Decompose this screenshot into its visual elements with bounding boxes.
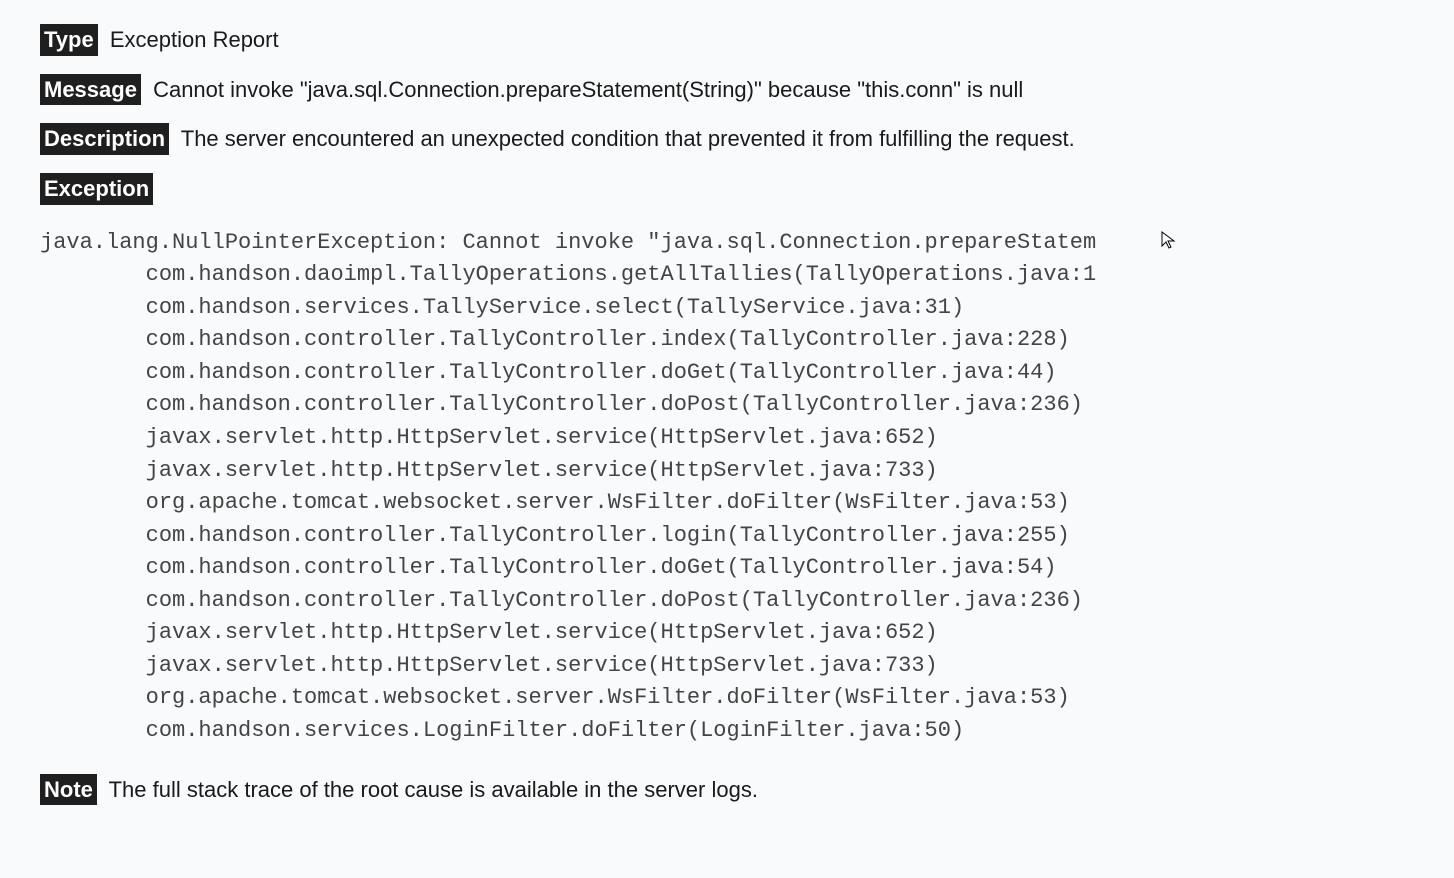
exception-header: Exception <box>40 173 1414 205</box>
stacktrace: java.lang.NullPointerException: Cannot i… <box>40 227 1414 748</box>
note-value: The full stack trace of the root cause i… <box>109 777 758 802</box>
exception-label: Exception <box>40 173 153 205</box>
message-value: Cannot invoke "java.sql.Connection.prepa… <box>153 77 1023 102</box>
description-line: Description The server encountered an un… <box>40 123 1414 155</box>
type-label: Type <box>40 24 98 56</box>
note-line: Note The full stack trace of the root ca… <box>40 774 1414 806</box>
type-value: Exception Report <box>110 27 279 52</box>
message-label: Message <box>40 74 141 106</box>
description-value: The server encountered an unexpected con… <box>181 126 1075 151</box>
note-label: Note <box>40 774 97 806</box>
message-line: Message Cannot invoke "java.sql.Connecti… <box>40 74 1414 106</box>
type-line: Type Exception Report <box>40 24 1414 56</box>
description-label: Description <box>40 123 169 155</box>
